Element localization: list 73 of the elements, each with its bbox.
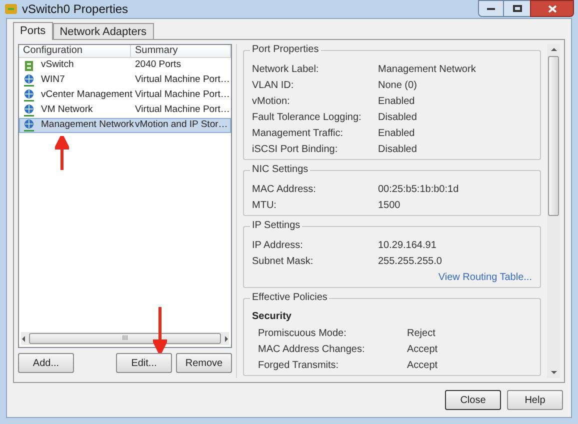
globe-icon [23,119,35,132]
edit-button[interactable]: Edit... [116,353,172,373]
port-summary: 2040 Ports [134,58,181,72]
section-heading: Security [252,310,292,324]
list-row[interactable]: VM Network Virtual Machine Port… [19,103,231,118]
scroll-left-icon [21,336,27,342]
group-title: Port Properties [250,44,321,56]
port-name: vSwitch [41,58,74,72]
scroll-thumb[interactable] [548,56,559,216]
group-title: NIC Settings [250,164,310,176]
help-button[interactable]: Help [507,390,563,410]
switch-app-icon [4,2,18,16]
property-value: 00:25:b5:1b:b0:1d [378,182,459,196]
property-label: Management Traffic: [252,126,344,140]
port-name: WIN7 [41,73,65,88]
port-summary: Virtual Machine Port… [134,73,230,88]
property-label: Forged Transmits: [258,358,340,372]
maximize-button[interactable] [504,0,530,17]
property-value: Reject [407,326,436,340]
tab[interactable]: Network Adapters [52,23,154,39]
routing-table-link[interactable]: View Routing Table... [438,270,532,284]
port-summary: Virtual Machine Port… [134,88,230,102]
property-value: None (0) [378,78,417,92]
property-label: Fault Tolerance Logging: [252,110,362,124]
property-label: MAC Address: [252,182,317,196]
scroll-right-icon [223,336,229,342]
property-value: 255.255.255.0 [378,254,442,268]
property-value: 10.29.164.91 [378,238,436,252]
close-dialog-button[interactable]: Close [445,390,501,410]
property-value: Accept [407,358,438,372]
annotation-arrow [153,307,167,353]
property-label: Subnet Mask: [252,254,314,268]
port-name: Management Network [41,118,134,132]
globe-icon [23,74,35,87]
list-row[interactable]: vSwitch 2040 Ports [19,58,231,73]
scroll-up-icon [550,47,556,53]
list-row[interactable]: vCenter Management Virtual Machine Port… [19,88,231,103]
property-label: Promiscuous Mode: [258,326,348,340]
property-label: MAC Address Changes: [258,342,366,356]
property-value: Accept [407,342,438,356]
globe-icon [23,104,35,117]
property-value: 1500 [378,198,400,212]
list-row[interactable]: Management NetworkvMotion and IP Stor… [19,118,231,133]
vertical-scrollbar[interactable] [547,44,560,378]
close-icon [548,4,556,12]
close-button[interactable] [530,0,574,17]
column-header: Summary [131,45,231,57]
add-button[interactable]: Add... [18,353,74,373]
port-name: vCenter Management [41,88,132,102]
column-header: Configuration [19,45,131,57]
property-value: Enabled [378,126,415,140]
property-value: Enabled [378,94,415,108]
group-title: IP Settings [250,220,302,232]
port-summary: Virtual Machine Port… [134,103,230,118]
globe-icon [23,89,35,102]
tab[interactable]: Ports [13,22,53,40]
property-label: MTU: [252,198,278,212]
minimize-button[interactable] [478,0,504,17]
annotation-arrow [55,136,69,170]
property-label: iSCSI Port Binding: [252,142,339,156]
property-label: IP Address: [252,238,304,252]
property-label: Network Label: [252,62,320,76]
property-value: Disabled [378,110,417,124]
list-row[interactable]: WIN7 Virtual Machine Port… [19,73,231,88]
property-label: vMotion: [252,94,291,108]
remove-button[interactable]: Remove [176,353,232,373]
switch-icon [23,60,35,72]
window-title: vSwitch0 Properties [22,1,128,18]
property-label: VLAN ID: [252,78,295,92]
property-value: Management Network [378,62,476,76]
scroll-down-icon [550,369,556,375]
property-value: Disabled [378,142,417,156]
port-name: VM Network [41,103,93,118]
